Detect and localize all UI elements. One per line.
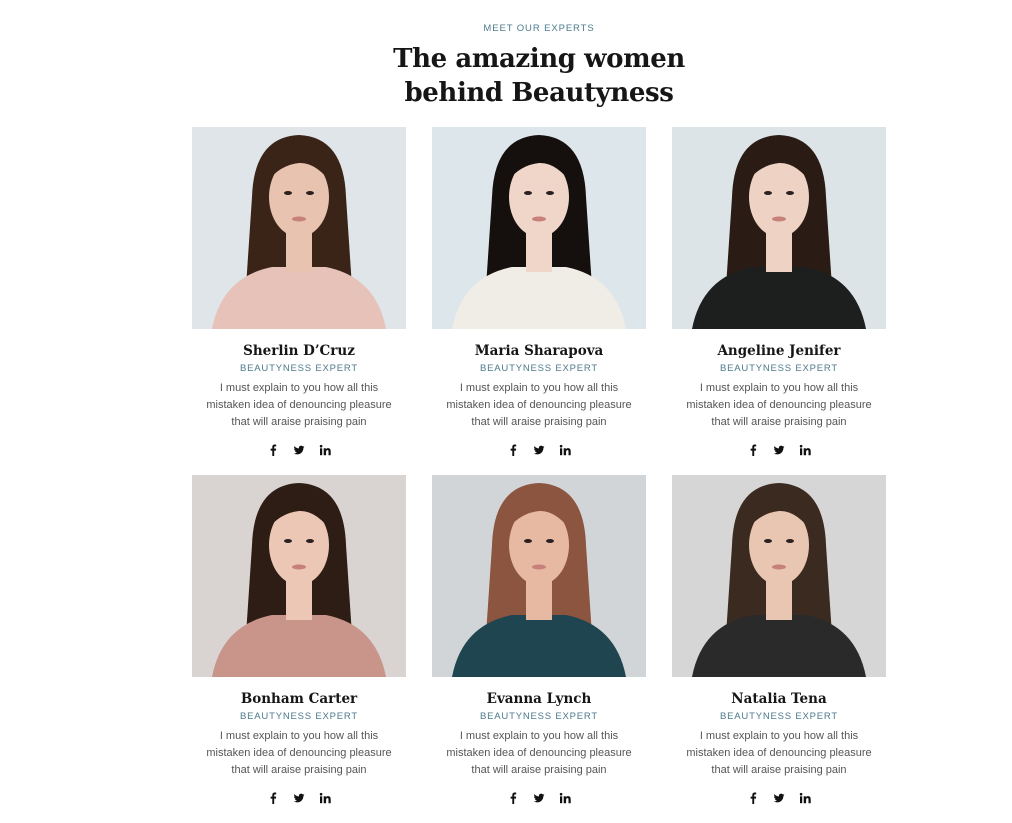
expert-social-links bbox=[672, 444, 886, 456]
twitter-icon[interactable] bbox=[773, 792, 785, 804]
expert-social-links bbox=[432, 792, 646, 804]
portrait-image bbox=[672, 475, 886, 677]
expert-name: Bonham Carter bbox=[240, 691, 358, 707]
portrait-image bbox=[672, 127, 886, 329]
expert-bio: I must explain to you how all this mista… bbox=[446, 382, 632, 428]
facebook-icon[interactable] bbox=[507, 444, 519, 456]
expert-social-links bbox=[192, 792, 406, 804]
expert-name: Angeline Jenifer bbox=[717, 343, 841, 359]
expert-social-links bbox=[432, 444, 646, 456]
expert-photo bbox=[432, 127, 646, 329]
expert-photo bbox=[672, 127, 886, 329]
expert-bio: I must explain to you how all this mista… bbox=[446, 730, 632, 776]
portrait-image bbox=[192, 127, 406, 329]
expert-name: Maria Sharapova bbox=[474, 343, 604, 359]
expert-name: Evanna Lynch bbox=[486, 691, 592, 707]
expert-card: Angeline Jenifer BEAUTYNESS EXPERT I mus… bbox=[672, 127, 886, 475]
expert-bio: I must explain to you how all this mista… bbox=[686, 730, 872, 776]
facebook-icon[interactable] bbox=[747, 444, 759, 456]
facebook-icon[interactable] bbox=[267, 444, 279, 456]
expert-bio: I must explain to you how all this mista… bbox=[206, 382, 392, 428]
expert-role: BEAUTYNESS EXPERT bbox=[480, 711, 598, 722]
experts-grid: Sherlin D’Cruz BEAUTYNESS EXPERT I must … bbox=[192, 127, 886, 823]
linkedin-icon[interactable] bbox=[559, 444, 571, 456]
twitter-icon[interactable] bbox=[293, 444, 305, 456]
expert-card: Bonham Carter BEAUTYNESS EXPERT I must e… bbox=[192, 475, 406, 823]
facebook-icon[interactable] bbox=[267, 792, 279, 804]
expert-bio: I must explain to you how all this mista… bbox=[686, 382, 872, 428]
expert-photo bbox=[432, 475, 646, 677]
expert-role: BEAUTYNESS EXPERT bbox=[240, 711, 358, 722]
twitter-icon[interactable] bbox=[533, 792, 545, 804]
expert-photo bbox=[192, 475, 406, 677]
expert-social-links bbox=[192, 444, 406, 456]
expert-card: Maria Sharapova BEAUTYNESS EXPERT I must… bbox=[432, 127, 646, 475]
facebook-icon[interactable] bbox=[747, 792, 759, 804]
portrait-image bbox=[432, 127, 646, 329]
linkedin-icon[interactable] bbox=[319, 444, 331, 456]
linkedin-icon[interactable] bbox=[559, 792, 571, 804]
expert-photo bbox=[672, 475, 886, 677]
twitter-icon[interactable] bbox=[773, 444, 785, 456]
expert-role: BEAUTYNESS EXPERT bbox=[720, 711, 838, 722]
portrait-image bbox=[432, 475, 646, 677]
expert-bio: I must explain to you how all this mista… bbox=[206, 730, 392, 776]
linkedin-icon[interactable] bbox=[799, 444, 811, 456]
expert-name: Natalia Tena bbox=[731, 691, 827, 707]
expert-role: BEAUTYNESS EXPERT bbox=[720, 363, 838, 374]
expert-card: Sherlin D’Cruz BEAUTYNESS EXPERT I must … bbox=[192, 127, 406, 475]
facebook-icon[interactable] bbox=[507, 792, 519, 804]
expert-name: Sherlin D’Cruz bbox=[243, 343, 355, 359]
section-title: The amazing women behind Beautyness bbox=[393, 44, 685, 108]
linkedin-icon[interactable] bbox=[799, 792, 811, 804]
twitter-icon[interactable] bbox=[293, 792, 305, 804]
portrait-image bbox=[192, 475, 406, 677]
expert-photo bbox=[192, 127, 406, 329]
expert-card: Natalia Tena BEAUTYNESS EXPERT I must ex… bbox=[672, 475, 886, 823]
expert-role: BEAUTYNESS EXPERT bbox=[480, 363, 598, 374]
expert-card: Evanna Lynch BEAUTYNESS EXPERT I must ex… bbox=[432, 475, 646, 823]
expert-social-links bbox=[672, 792, 886, 804]
linkedin-icon[interactable] bbox=[319, 792, 331, 804]
section-eyebrow: MEET OUR EXPERTS bbox=[483, 23, 595, 34]
twitter-icon[interactable] bbox=[533, 444, 545, 456]
expert-role: BEAUTYNESS EXPERT bbox=[240, 363, 358, 374]
